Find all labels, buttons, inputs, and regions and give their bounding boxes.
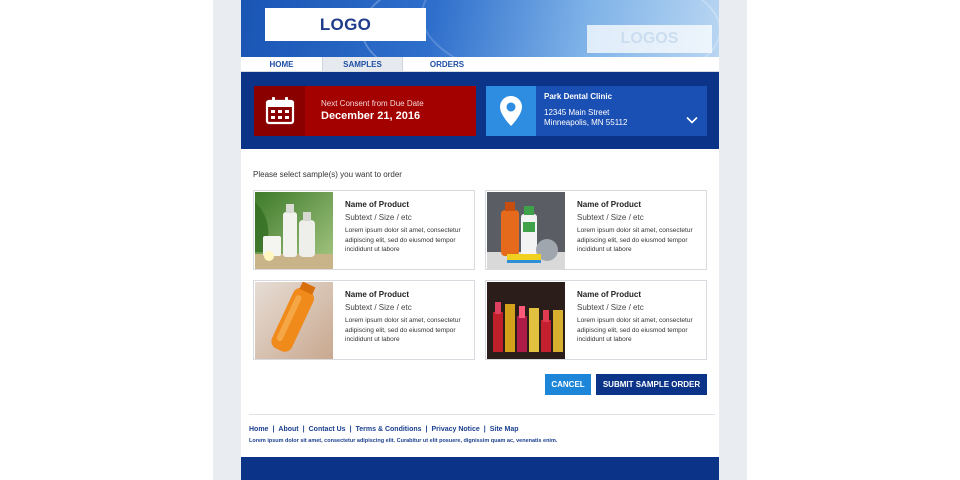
partner-logos: LOGOS bbox=[587, 25, 712, 53]
footer-link-terms[interactable]: Terms & Conditions bbox=[356, 426, 422, 433]
page-container: LOGO LOGOS HOME SAMPLES ORDERS Next Cons… bbox=[241, 0, 719, 480]
product-image bbox=[487, 282, 565, 359]
footer-text: Lorem ipsum dolor sit amet, consectetur … bbox=[249, 438, 558, 444]
footer-link-privacy[interactable]: Privacy Notice bbox=[431, 426, 479, 433]
location-pin-icon bbox=[500, 96, 522, 126]
logo-text: LOGO bbox=[319, 14, 372, 34]
clinic-address-line2: Minneapolis, MN 55112 bbox=[544, 118, 628, 127]
product-description: Lorem ipsum dolor sit amet, consectetur … bbox=[577, 317, 693, 343]
product-card[interactable]: Name of Product Subtext / Size / etc Lor… bbox=[485, 280, 707, 360]
product-card[interactable]: Name of Product Subtext / Size / etc Lor… bbox=[253, 190, 475, 270]
footer-band bbox=[241, 457, 719, 480]
nav-home[interactable]: HOME bbox=[241, 57, 322, 71]
product-name: Name of Product bbox=[345, 290, 410, 299]
footer-separator: | bbox=[349, 426, 352, 433]
consent-label: Next Consent from Due Date bbox=[321, 99, 424, 108]
logos-text: LOGOS bbox=[620, 30, 679, 47]
nav-samples[interactable]: SAMPLES bbox=[322, 57, 403, 71]
footer-divider bbox=[249, 414, 715, 415]
product-card[interactable]: Name of Product Subtext / Size / etc Lor… bbox=[485, 190, 707, 270]
product-card[interactable]: Name of Product Subtext / Size / etc Lor… bbox=[253, 280, 475, 360]
footer-link-sitemap[interactable]: Site Map bbox=[490, 426, 519, 433]
footer-link-contact[interactable]: Contact Us bbox=[309, 426, 346, 433]
consent-date: December 21, 2016 bbox=[321, 110, 421, 122]
product-image bbox=[255, 192, 333, 269]
calendar-icon-box bbox=[254, 86, 305, 136]
consent-card: Next Consent from Due Date December 21, … bbox=[254, 86, 476, 136]
product-subtext: Subtext / Size / etc bbox=[577, 213, 644, 222]
info-band: Next Consent from Due Date December 21, … bbox=[241, 72, 719, 149]
page-shadow-left bbox=[213, 0, 241, 480]
product-name: Name of Product bbox=[345, 200, 410, 209]
nav-orders[interactable]: ORDERS bbox=[403, 57, 491, 71]
footer-links: Home | About | Contact Us | Terms & Cond… bbox=[249, 426, 519, 433]
product-image bbox=[487, 192, 565, 269]
footer-link-home[interactable]: Home bbox=[249, 426, 268, 433]
submit-sample-order-button[interactable]: SUBMIT SAMPLE ORDER bbox=[596, 374, 707, 395]
footer-separator: | bbox=[302, 426, 305, 433]
location-pin-icon-box bbox=[486, 86, 536, 136]
footer-separator: | bbox=[425, 426, 428, 433]
clinic-address-line1: 12345 Main Street bbox=[544, 108, 610, 117]
site-header: LOGO LOGOS bbox=[241, 0, 719, 57]
product-subtext: Subtext / Size / etc bbox=[345, 213, 412, 222]
clinic-name: Park Dental Clinic bbox=[544, 92, 613, 101]
footer-separator: | bbox=[272, 426, 275, 433]
product-description: Lorem ipsum dolor sit amet, consectetur … bbox=[345, 227, 461, 253]
cancel-button[interactable]: CANCEL bbox=[545, 374, 591, 395]
main-nav: HOME SAMPLES ORDERS bbox=[241, 57, 719, 72]
select-prompt: Please select sample(s) you want to orde… bbox=[253, 170, 402, 179]
chevron-down-icon[interactable] bbox=[686, 114, 698, 126]
product-subtext: Subtext / Size / etc bbox=[345, 303, 412, 312]
footer-separator: | bbox=[483, 426, 486, 433]
page-shadow-right bbox=[719, 0, 747, 480]
clinic-selector[interactable]: Park Dental Clinic 12345 Main Street Min… bbox=[486, 86, 707, 136]
product-description: Lorem ipsum dolor sit amet, consectetur … bbox=[577, 227, 693, 253]
product-name: Name of Product bbox=[577, 200, 642, 209]
product-description: Lorem ipsum dolor sit amet, consectetur … bbox=[345, 317, 461, 343]
product-subtext: Subtext / Size / etc bbox=[577, 303, 644, 312]
product-name: Name of Product bbox=[577, 290, 642, 299]
site-logo[interactable]: LOGO bbox=[265, 8, 426, 41]
product-image bbox=[255, 282, 333, 359]
calendar-icon bbox=[265, 97, 294, 125]
footer-link-about[interactable]: About bbox=[278, 426, 298, 433]
